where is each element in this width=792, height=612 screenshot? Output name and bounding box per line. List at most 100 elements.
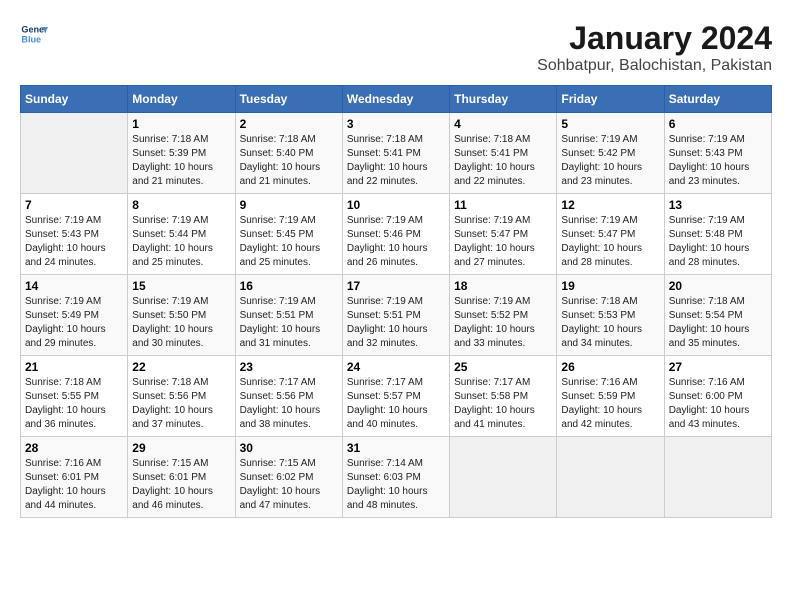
header-monday: Monday xyxy=(128,86,235,113)
day-info: Sunrise: 7:19 AM Sunset: 5:52 PM Dayligh… xyxy=(454,295,552,351)
calendar-cell: 10Sunrise: 7:19 AM Sunset: 5:46 PM Dayli… xyxy=(342,194,449,275)
day-number: 19 xyxy=(561,279,659,293)
logo: General Blue xyxy=(20,20,48,48)
logo-icon: General Blue xyxy=(20,20,48,48)
day-number: 3 xyxy=(347,117,445,131)
calendar-cell: 29 Sunrise: 7:15 AM Sunset: 6:01 PM Dayli… xyxy=(128,437,235,518)
calendar-cell: 31 Sunrise: 7:14 AM Sunset: 6:03 PM Dayli… xyxy=(342,437,449,518)
calendar-cell: 26 Sunrise: 7:16 AM Sunset: 5:59 PM Dayli… xyxy=(557,356,664,437)
calendar-cell: 1 Sunrise: 7:18 AM Sunset: 5:39 PM Daylig… xyxy=(128,113,235,194)
day-info: Sunrise: 7:19 AM Sunset: 5:49 PM Dayligh… xyxy=(25,295,123,351)
day-number: 16 xyxy=(240,279,338,293)
day-info: Sunrise: 7:16 AM Sunset: 6:01 PM Dayligh… xyxy=(25,457,123,513)
day-number: 22 xyxy=(132,360,230,374)
calendar-cell: 17 Sunrise: 7:19 AM Sunset: 5:51 PM Dayli… xyxy=(342,275,449,356)
day-info: Sunrise: 7:18 AM Sunset: 5:40 PM Dayligh… xyxy=(240,133,338,189)
calendar-cell: 3 Sunrise: 7:18 AM Sunset: 5:41 PM Daylig… xyxy=(342,113,449,194)
calendar-cell: 11 Sunrise: 7:19 AM Sunset: 5:47 PM Dayli… xyxy=(450,194,557,275)
day-number: 24 xyxy=(347,360,445,374)
day-number: 4 xyxy=(454,117,552,131)
calendar-week-3: 14Sunrise: 7:19 AM Sunset: 5:49 PM Dayli… xyxy=(21,275,772,356)
calendar-cell xyxy=(450,437,557,518)
day-number: 9 xyxy=(240,198,338,212)
day-number: 18 xyxy=(454,279,552,293)
day-info: Sunrise: 7:18 AM Sunset: 5:41 PM Dayligh… xyxy=(454,133,552,189)
calendar-cell: 30 Sunrise: 7:15 AM Sunset: 6:02 PM Dayli… xyxy=(235,437,342,518)
calendar-title: January 2024 xyxy=(537,20,772,57)
day-number: 1 xyxy=(132,117,230,131)
header-sunday: Sunday xyxy=(21,86,128,113)
calendar-cell: 23 Sunrise: 7:17 AM Sunset: 5:56 PM Dayli… xyxy=(235,356,342,437)
day-number: 23 xyxy=(240,360,338,374)
calendar-cell: 25Sunrise: 7:17 AM Sunset: 5:58 PM Dayli… xyxy=(450,356,557,437)
calendar-cell: 7 Sunrise: 7:19 AM Sunset: 5:43 PM Daylig… xyxy=(21,194,128,275)
day-number: 11 xyxy=(454,198,552,212)
calendar-cell xyxy=(557,437,664,518)
day-info: Sunrise: 7:16 AM Sunset: 5:59 PM Dayligh… xyxy=(561,376,659,432)
calendar-header-row: SundayMondayTuesdayWednesdayThursdayFrid… xyxy=(21,86,772,113)
title-section: January 2024 Sohbatpur, Balochistan, Pak… xyxy=(537,20,772,75)
day-number: 12 xyxy=(561,198,659,212)
day-info: Sunrise: 7:19 AM Sunset: 5:47 PM Dayligh… xyxy=(561,214,659,270)
calendar-cell: 5 Sunrise: 7:19 AM Sunset: 5:42 PM Daylig… xyxy=(557,113,664,194)
calendar-cell: 18 Sunrise: 7:19 AM Sunset: 5:52 PM Dayli… xyxy=(450,275,557,356)
day-info: Sunrise: 7:17 AM Sunset: 5:56 PM Dayligh… xyxy=(240,376,338,432)
calendar-cell: 19Sunrise: 7:18 AM Sunset: 5:53 PM Dayli… xyxy=(557,275,664,356)
day-number: 21 xyxy=(25,360,123,374)
calendar-table: SundayMondayTuesdayWednesdayThursdayFrid… xyxy=(20,85,772,518)
header-wednesday: Wednesday xyxy=(342,86,449,113)
day-info: Sunrise: 7:19 AM Sunset: 5:43 PM Dayligh… xyxy=(669,133,767,189)
day-number: 25 xyxy=(454,360,552,374)
day-info: Sunrise: 7:14 AM Sunset: 6:03 PM Dayligh… xyxy=(347,457,445,513)
day-number: 27 xyxy=(669,360,767,374)
calendar-cell xyxy=(664,437,771,518)
day-info: Sunrise: 7:19 AM Sunset: 5:48 PM Dayligh… xyxy=(669,214,767,270)
day-number: 2 xyxy=(240,117,338,131)
day-info: Sunrise: 7:18 AM Sunset: 5:39 PM Dayligh… xyxy=(132,133,230,189)
day-number: 17 xyxy=(347,279,445,293)
calendar-week-2: 7 Sunrise: 7:19 AM Sunset: 5:43 PM Daylig… xyxy=(21,194,772,275)
day-number: 26 xyxy=(561,360,659,374)
day-number: 29 xyxy=(132,441,230,455)
calendar-cell: 16Sunrise: 7:19 AM Sunset: 5:51 PM Dayli… xyxy=(235,275,342,356)
calendar-cell: 13 Sunrise: 7:19 AM Sunset: 5:48 PM Dayli… xyxy=(664,194,771,275)
day-number: 13 xyxy=(669,198,767,212)
calendar-cell: 6Sunrise: 7:19 AM Sunset: 5:43 PM Daylig… xyxy=(664,113,771,194)
header: General Blue January 2024 Sohbatpur, Bal… xyxy=(20,20,772,75)
day-info: Sunrise: 7:18 AM Sunset: 5:41 PM Dayligh… xyxy=(347,133,445,189)
calendar-week-4: 21Sunrise: 7:18 AM Sunset: 5:55 PM Dayli… xyxy=(21,356,772,437)
day-info: Sunrise: 7:15 AM Sunset: 6:02 PM Dayligh… xyxy=(240,457,338,513)
calendar-cell: 15Sunrise: 7:19 AM Sunset: 5:50 PM Dayli… xyxy=(128,275,235,356)
day-info: Sunrise: 7:19 AM Sunset: 5:51 PM Dayligh… xyxy=(347,295,445,351)
day-info: Sunrise: 7:19 AM Sunset: 5:44 PM Dayligh… xyxy=(132,214,230,270)
calendar-cell: 20Sunrise: 7:18 AM Sunset: 5:54 PM Dayli… xyxy=(664,275,771,356)
day-info: Sunrise: 7:17 AM Sunset: 5:57 PM Dayligh… xyxy=(347,376,445,432)
day-number: 20 xyxy=(669,279,767,293)
day-number: 31 xyxy=(347,441,445,455)
day-info: Sunrise: 7:19 AM Sunset: 5:47 PM Dayligh… xyxy=(454,214,552,270)
day-info: Sunrise: 7:19 AM Sunset: 5:50 PM Dayligh… xyxy=(132,295,230,351)
day-info: Sunrise: 7:19 AM Sunset: 5:45 PM Dayligh… xyxy=(240,214,338,270)
day-info: Sunrise: 7:18 AM Sunset: 5:56 PM Dayligh… xyxy=(132,376,230,432)
day-info: Sunrise: 7:15 AM Sunset: 6:01 PM Dayligh… xyxy=(132,457,230,513)
day-number: 8 xyxy=(132,198,230,212)
day-info: Sunrise: 7:19 AM Sunset: 5:43 PM Dayligh… xyxy=(25,214,123,270)
day-info: Sunrise: 7:19 AM Sunset: 5:42 PM Dayligh… xyxy=(561,133,659,189)
header-saturday: Saturday xyxy=(664,86,771,113)
calendar-cell: 12 Sunrise: 7:19 AM Sunset: 5:47 PM Dayli… xyxy=(557,194,664,275)
calendar-cell: 2 Sunrise: 7:18 AM Sunset: 5:40 PM Daylig… xyxy=(235,113,342,194)
calendar-week-1: 1 Sunrise: 7:18 AM Sunset: 5:39 PM Daylig… xyxy=(21,113,772,194)
day-number: 30 xyxy=(240,441,338,455)
calendar-cell: 9 Sunrise: 7:19 AM Sunset: 5:45 PM Daylig… xyxy=(235,194,342,275)
calendar-cell: 21Sunrise: 7:18 AM Sunset: 5:55 PM Dayli… xyxy=(21,356,128,437)
header-tuesday: Tuesday xyxy=(235,86,342,113)
header-thursday: Thursday xyxy=(450,86,557,113)
calendar-cell: 4 Sunrise: 7:18 AM Sunset: 5:41 PM Daylig… xyxy=(450,113,557,194)
day-number: 7 xyxy=(25,198,123,212)
calendar-cell: 14Sunrise: 7:19 AM Sunset: 5:49 PM Dayli… xyxy=(21,275,128,356)
day-number: 28 xyxy=(25,441,123,455)
day-info: Sunrise: 7:16 AM Sunset: 6:00 PM Dayligh… xyxy=(669,376,767,432)
day-number: 5 xyxy=(561,117,659,131)
calendar-cell: 8 Sunrise: 7:19 AM Sunset: 5:44 PM Daylig… xyxy=(128,194,235,275)
calendar-week-5: 28 Sunrise: 7:16 AM Sunset: 6:01 PM Dayli… xyxy=(21,437,772,518)
